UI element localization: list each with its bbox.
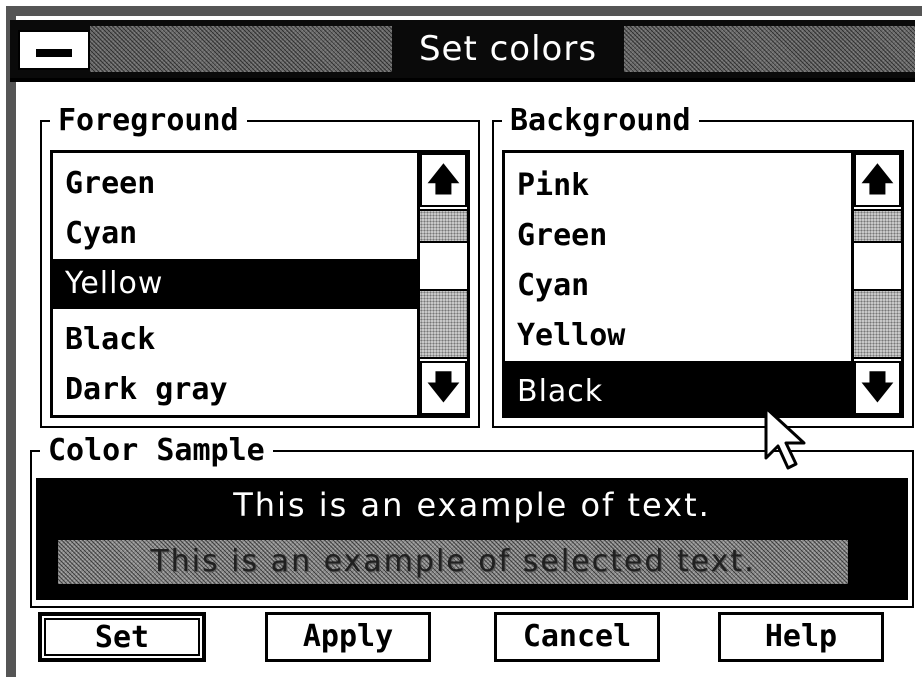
down-arrow-icon[interactable]: 🡇 (420, 361, 467, 415)
background-scrollbar[interactable]: 🡅 🡇 (851, 153, 901, 415)
list-item[interactable]: Yellow (505, 311, 851, 361)
system-menu-icon[interactable] (18, 30, 90, 70)
mouse-pointer-icon (764, 406, 806, 470)
background-items: Pink Green Cyan Yellow Black (505, 161, 851, 415)
window-title: Set colors (392, 22, 624, 76)
list-item[interactable]: Dark gray (53, 365, 417, 415)
scroll-thumb[interactable] (420, 289, 467, 359)
cancel-button[interactable]: Cancel (494, 612, 660, 662)
list-item[interactable]: Black (53, 315, 417, 365)
scroll-thumb[interactable] (854, 289, 901, 359)
sample-selected-text: This is an example of selected text. (58, 540, 848, 584)
list-item[interactable]: Cyan (505, 261, 851, 311)
up-arrow-icon[interactable]: 🡅 (420, 153, 467, 207)
up-arrow-icon[interactable]: 🡅 (854, 153, 901, 207)
list-item[interactable]: Green (53, 159, 417, 209)
help-button[interactable]: Help (718, 612, 884, 662)
list-item[interactable]: Cyan (53, 209, 417, 259)
foreground-label: Foreground (58, 103, 239, 138)
list-item[interactable]: Pink (505, 161, 851, 211)
foreground-scrollbar[interactable]: 🡅 🡇 (417, 153, 467, 415)
list-item-selected[interactable]: Yellow (53, 259, 417, 309)
color-sample-label: Color Sample (48, 433, 265, 468)
background-label: Background (510, 103, 691, 138)
scroll-track[interactable] (420, 209, 467, 243)
scroll-track[interactable] (854, 209, 901, 243)
sample-text: This is an example of text. (233, 486, 711, 524)
foreground-listbox[interactable]: Green Cyan Yellow Black Dark gray 🡅 🡇 (50, 150, 470, 418)
foreground-items: Green Cyan Yellow Black Dark gray (53, 159, 417, 415)
background-listbox[interactable]: Pink Green Cyan Yellow Black 🡅 🡇 (502, 150, 904, 418)
down-arrow-icon[interactable]: 🡇 (854, 361, 901, 415)
list-item[interactable]: Green (505, 211, 851, 261)
set-button[interactable]: Set (38, 612, 206, 662)
title-bar[interactable]: Set colors (10, 20, 915, 82)
color-sample-preview: This is an example of text. This is an e… (36, 478, 908, 600)
apply-button[interactable]: Apply (265, 612, 431, 662)
